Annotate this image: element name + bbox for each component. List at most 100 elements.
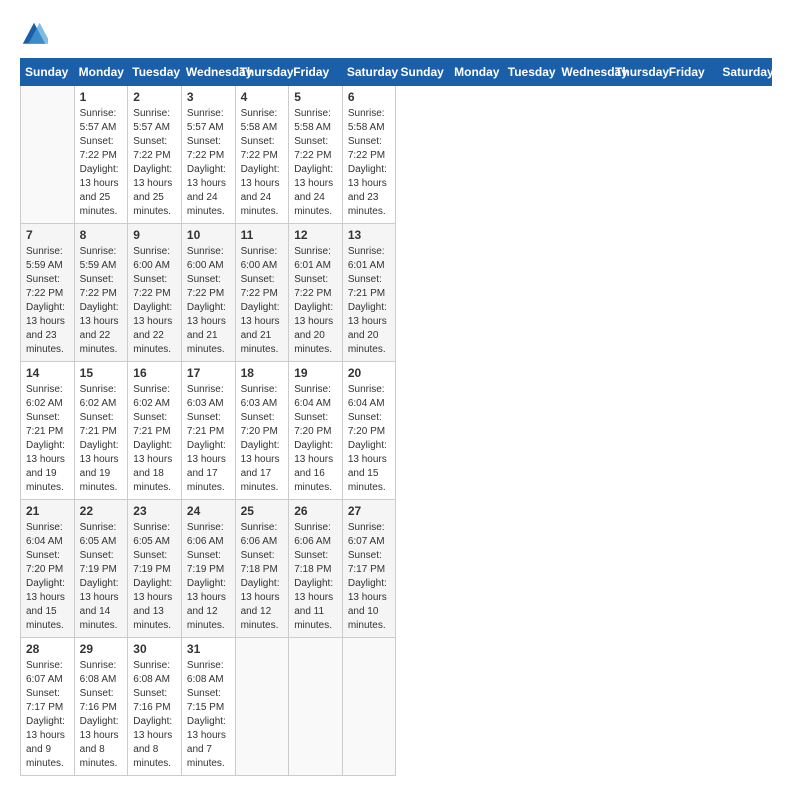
calendar-cell: 2 Sunrise: 5:57 AMSunset: 7:22 PMDaylight… <box>128 86 182 224</box>
day-number: 24 <box>187 504 230 518</box>
cell-info: Sunrise: 6:02 AMSunset: 7:21 PMDaylight:… <box>26 383 69 495</box>
day-number: 21 <box>26 504 69 518</box>
cell-info: Sunrise: 5:57 AMSunset: 7:22 PMDaylight:… <box>133 107 176 219</box>
cell-info: Sunrise: 5:58 AMSunset: 7:22 PMDaylight:… <box>294 107 337 219</box>
day-number: 5 <box>294 90 337 104</box>
day-number: 8 <box>80 228 123 242</box>
cell-info: Sunrise: 5:57 AMSunset: 7:22 PMDaylight:… <box>187 107 230 219</box>
calendar-week-4: 21 Sunrise: 6:04 AMSunset: 7:20 PMDayligh… <box>21 500 772 638</box>
calendar-cell: 29 Sunrise: 6:08 AMSunset: 7:16 PMDayligh… <box>74 638 128 776</box>
cell-info: Sunrise: 6:08 AMSunset: 7:15 PMDaylight:… <box>187 659 230 771</box>
cell-info: Sunrise: 6:04 AMSunset: 7:20 PMDaylight:… <box>348 383 391 495</box>
cell-info: Sunrise: 6:06 AMSunset: 7:18 PMDaylight:… <box>241 521 284 633</box>
day-number: 2 <box>133 90 176 104</box>
day-number: 9 <box>133 228 176 242</box>
calendar-cell: 28 Sunrise: 6:07 AMSunset: 7:17 PMDayligh… <box>21 638 75 776</box>
day-number: 29 <box>80 642 123 656</box>
calendar-week-1: 1 Sunrise: 5:57 AMSunset: 7:22 PMDaylight… <box>21 86 772 224</box>
day-number: 7 <box>26 228 69 242</box>
header-tuesday: Tuesday <box>128 59 182 86</box>
calendar-cell: 7 Sunrise: 5:59 AMSunset: 7:22 PMDaylight… <box>21 224 75 362</box>
day-number: 17 <box>187 366 230 380</box>
calendar-cell: 26 Sunrise: 6:06 AMSunset: 7:18 PMDayligh… <box>289 500 343 638</box>
header-friday: Friday <box>289 59 343 86</box>
calendar-cell: 8 Sunrise: 5:59 AMSunset: 7:22 PMDaylight… <box>74 224 128 362</box>
day-number: 19 <box>294 366 337 380</box>
header-tuesday: Tuesday <box>503 59 557 86</box>
header-monday: Monday <box>74 59 128 86</box>
cell-info: Sunrise: 6:03 AMSunset: 7:21 PMDaylight:… <box>187 383 230 495</box>
day-number: 1 <box>80 90 123 104</box>
calendar-cell <box>235 638 289 776</box>
day-number: 28 <box>26 642 69 656</box>
cell-info: Sunrise: 6:00 AMSunset: 7:22 PMDaylight:… <box>187 245 230 357</box>
cell-info: Sunrise: 6:03 AMSunset: 7:20 PMDaylight:… <box>241 383 284 495</box>
calendar-cell <box>21 86 75 224</box>
calendar-cell: 22Sunrise: 6:05 AMSunset: 7:19 PMDayligh… <box>74 500 128 638</box>
cell-info: Sunrise: 6:07 AMSunset: 7:17 PMDaylight:… <box>26 659 69 771</box>
calendar-week-5: 28 Sunrise: 6:07 AMSunset: 7:17 PMDayligh… <box>21 638 772 776</box>
calendar-cell: 15 Sunrise: 6:02 AMSunset: 7:21 PMDayligh… <box>74 362 128 500</box>
calendar-cell: 10 Sunrise: 6:00 AMSunset: 7:22 PMDayligh… <box>181 224 235 362</box>
day-number: 15 <box>80 366 123 380</box>
cell-info: Sunrise: 6:02 AMSunset: 7:21 PMDaylight:… <box>80 383 123 495</box>
calendar-header-row: SundayMondayTuesdayWednesdayThursdayFrid… <box>21 59 772 86</box>
calendar-cell: 30Sunrise: 6:08 AMSunset: 7:16 PMDayligh… <box>128 638 182 776</box>
calendar-cell: 24 Sunrise: 6:06 AMSunset: 7:19 PMDayligh… <box>181 500 235 638</box>
day-number: 11 <box>241 228 284 242</box>
day-number: 16 <box>133 366 176 380</box>
day-number: 10 <box>187 228 230 242</box>
cell-info: Sunrise: 6:05 AMSunset: 7:19 PMDaylight:… <box>133 521 176 633</box>
calendar-cell: 18 Sunrise: 6:03 AMSunset: 7:20 PMDayligh… <box>235 362 289 500</box>
cell-info: Sunrise: 6:06 AMSunset: 7:18 PMDaylight:… <box>294 521 337 633</box>
calendar-cell: 14 Sunrise: 6:02 AMSunset: 7:21 PMDayligh… <box>21 362 75 500</box>
calendar-cell <box>289 638 343 776</box>
calendar-cell: 16 Sunrise: 6:02 AMSunset: 7:21 PMDayligh… <box>128 362 182 500</box>
header-thursday: Thursday <box>611 59 665 86</box>
calendar-cell: 13Sunrise: 6:01 AMSunset: 7:21 PMDayligh… <box>342 224 396 362</box>
calendar-cell: 25 Sunrise: 6:06 AMSunset: 7:18 PMDayligh… <box>235 500 289 638</box>
cell-info: Sunrise: 5:59 AMSunset: 7:22 PMDaylight:… <box>26 245 69 357</box>
header-friday: Friday <box>664 59 718 86</box>
calendar-cell: 17 Sunrise: 6:03 AMSunset: 7:21 PMDayligh… <box>181 362 235 500</box>
header-saturday: Saturday <box>718 59 772 86</box>
calendar-cell: 23Sunrise: 6:05 AMSunset: 7:19 PMDayligh… <box>128 500 182 638</box>
calendar-cell: 21 Sunrise: 6:04 AMSunset: 7:20 PMDayligh… <box>21 500 75 638</box>
cell-info: Sunrise: 5:58 AMSunset: 7:22 PMDaylight:… <box>348 107 391 219</box>
day-number: 26 <box>294 504 337 518</box>
calendar-cell: 9Sunrise: 6:00 AMSunset: 7:22 PMDaylight… <box>128 224 182 362</box>
calendar-cell: 27Sunrise: 6:07 AMSunset: 7:17 PMDayligh… <box>342 500 396 638</box>
cell-info: Sunrise: 5:58 AMSunset: 7:22 PMDaylight:… <box>241 107 284 219</box>
header-monday: Monday <box>450 59 504 86</box>
day-number: 18 <box>241 366 284 380</box>
calendar-cell: 19Sunrise: 6:04 AMSunset: 7:20 PMDayligh… <box>289 362 343 500</box>
day-number: 12 <box>294 228 337 242</box>
cell-info: Sunrise: 6:04 AMSunset: 7:20 PMDaylight:… <box>26 521 69 633</box>
calendar-table: SundayMondayTuesdayWednesdayThursdayFrid… <box>20 58 772 776</box>
calendar-cell: 4Sunrise: 5:58 AMSunset: 7:22 PMDaylight… <box>235 86 289 224</box>
day-number: 3 <box>187 90 230 104</box>
cell-info: Sunrise: 5:59 AMSunset: 7:22 PMDaylight:… <box>80 245 123 357</box>
cell-info: Sunrise: 6:08 AMSunset: 7:16 PMDaylight:… <box>133 659 176 771</box>
calendar-cell: 12 Sunrise: 6:01 AMSunset: 7:22 PMDayligh… <box>289 224 343 362</box>
day-number: 14 <box>26 366 69 380</box>
header-sunday: Sunday <box>396 59 450 86</box>
calendar-cell: 1Sunrise: 5:57 AMSunset: 7:22 PMDaylight… <box>74 86 128 224</box>
cell-info: Sunrise: 6:06 AMSunset: 7:19 PMDaylight:… <box>187 521 230 633</box>
calendar-cell <box>342 638 396 776</box>
day-number: 6 <box>348 90 391 104</box>
cell-info: Sunrise: 6:01 AMSunset: 7:22 PMDaylight:… <box>294 245 337 357</box>
header-thursday: Thursday <box>235 59 289 86</box>
calendar-cell: 31Sunrise: 6:08 AMSunset: 7:15 PMDayligh… <box>181 638 235 776</box>
calendar-cell: 3 Sunrise: 5:57 AMSunset: 7:22 PMDaylight… <box>181 86 235 224</box>
logo-icon <box>20 20 48 48</box>
logo <box>20 20 52 48</box>
calendar-cell: 5 Sunrise: 5:58 AMSunset: 7:22 PMDaylight… <box>289 86 343 224</box>
day-number: 25 <box>241 504 284 518</box>
day-number: 27 <box>348 504 391 518</box>
cell-info: Sunrise: 6:08 AMSunset: 7:16 PMDaylight:… <box>80 659 123 771</box>
calendar-week-2: 7 Sunrise: 5:59 AMSunset: 7:22 PMDaylight… <box>21 224 772 362</box>
calendar-cell: 6 Sunrise: 5:58 AMSunset: 7:22 PMDaylight… <box>342 86 396 224</box>
page-header <box>20 20 772 48</box>
cell-info: Sunrise: 6:02 AMSunset: 7:21 PMDaylight:… <box>133 383 176 495</box>
